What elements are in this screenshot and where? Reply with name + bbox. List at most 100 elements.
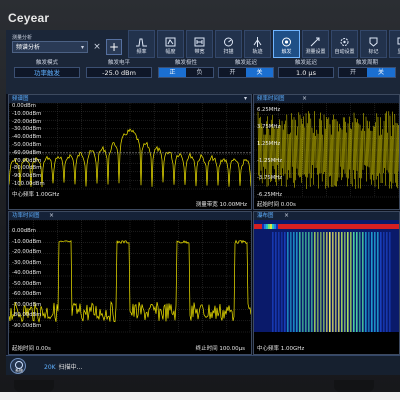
tb-amplitude-button[interactable]: 幅度 (157, 30, 184, 58)
waterfall-stripe (365, 232, 367, 332)
trigger-mode-select[interactable]: 功率触发 (14, 67, 80, 78)
trigger-holdoff-input[interactable]: 1.0 μs (278, 67, 334, 78)
waterfall-stripe (320, 232, 322, 332)
tb-trigger-button[interactable]: 触发 (273, 30, 300, 58)
stand-right (334, 380, 374, 392)
field-label: 触发电平 (107, 60, 130, 66)
screen: 测量分析 频谱分析 ▾ × + 频率 幅度 带宽 扫描 轨迹 触发 测量设置 自… (6, 30, 400, 375)
colorbar-segment (274, 224, 276, 229)
waterfall-stripe (347, 232, 349, 332)
field-label: 触发模式 (35, 60, 58, 66)
waterfall-stripe (314, 232, 316, 332)
status-message: 扫描中... (58, 364, 83, 371)
power-time-panel[interactable]: 功率时间图 × 0.00dBm -10.00dBm -20.00dBm -30.00d… (8, 211, 252, 355)
waterfall-stripe (371, 232, 373, 332)
colorbar-segment (270, 224, 272, 229)
trigger-level-input[interactable]: -25.0 dBm (86, 67, 152, 78)
waterfall-stripe (299, 232, 301, 332)
toolbar: 频率 幅度 带宽 扫描 轨迹 触发 测量设置 自动设置 标记 显 (128, 30, 400, 60)
tb-label: 频率 (136, 49, 147, 55)
waterfall-stripe (293, 232, 295, 332)
trigger-cycle-field: 触发周期 开 关 (338, 60, 396, 78)
cycle-off-option[interactable]: 关 (367, 68, 395, 77)
tb-label: 幅度 (165, 49, 176, 55)
sweep-icon (224, 37, 233, 47)
waterfall-stripe (281, 232, 283, 332)
add-analysis-button[interactable]: + (106, 39, 122, 55)
ref-level-label: 0.00dBm (12, 103, 36, 109)
control-area: 测量分析 频谱分析 ▾ × + 频率 幅度 带宽 扫描 轨迹 触发 测量设置 自… (6, 30, 400, 94)
freq-time-panel[interactable]: 频率时间图 × 6.25MHz 3.75MHz 1.25MHz -1.25MHz -3.… (253, 94, 400, 210)
waterfall-stripe (380, 232, 382, 332)
spectrum-center-freq: 中心频率 1.00GHz (12, 192, 60, 198)
spectrum-panel[interactable]: 频谱图 ▾ 0.00dBm -10.00dBm -20.00dBm -30.00dBm… (8, 94, 252, 210)
tb-auto-setup-button[interactable]: 自动设置 (331, 30, 358, 58)
close-icon[interactable]: × (302, 95, 307, 103)
waterfall-stripe (317, 232, 319, 332)
close-icon[interactable]: × (49, 212, 54, 220)
trigger-mode-field: 触发模式 功率触发 (14, 60, 80, 78)
measure-setup-icon (310, 37, 320, 47)
ref-level-label: -70.00dBm (12, 301, 42, 308)
waterfall-stripe (356, 232, 358, 332)
tb-sweep-button[interactable]: 扫描 (215, 30, 242, 58)
waterfall-stripe (362, 232, 364, 332)
ref-level-label: -1.25MHz (257, 158, 283, 164)
trigger-icon (282, 37, 291, 47)
analyzer-device: Ceyear 测量分析 频谱分析 ▾ × + 频率 幅度 带宽 扫描 轨迹 触发… (0, 0, 400, 392)
waterfall-stripe (353, 232, 355, 332)
field-label: 触发极性 (174, 60, 197, 66)
trigger-fields: 触发模式 功率触发 触发电平 -25.0 dBm 触发极性 正 负 触发延迟 开… (6, 60, 400, 94)
waterfall-stripe (326, 232, 328, 332)
waterfall-stripe (350, 232, 352, 332)
analysis-header: 测量分析 (12, 35, 33, 41)
polarity-positive-option[interactable]: 正 (159, 68, 186, 77)
trigger-polarity-toggle: 正 负 (158, 67, 214, 78)
waterfall-plot (254, 220, 399, 332)
panel-title: 频谱图 (12, 96, 29, 102)
tb-marker-button[interactable]: 标记 (360, 30, 387, 58)
trace-icon (253, 37, 262, 47)
waterfall-stripe (344, 232, 346, 332)
ref-level-label: 6.25MHz (257, 107, 281, 113)
ref-level-label: 0.00dBm (12, 228, 36, 234)
ref-level-label: -40.00dBm (12, 134, 42, 141)
tb-label: 触发 (281, 49, 292, 55)
delay-off-option[interactable]: 关 (246, 68, 273, 77)
ref-level-label: -80.00dBm (12, 165, 42, 172)
chevron-down-icon[interactable]: ▾ (244, 95, 247, 103)
tb-measure-setup-button[interactable]: 测量设置 (302, 30, 329, 58)
tb-frequency-button[interactable]: 频率 (128, 30, 155, 58)
trigger-polarity-field: 触发极性 正 负 (158, 60, 214, 78)
spectrum-rbw: 测量带宽 10.00MHz (195, 202, 247, 208)
spectrum-title-bar: 频谱图 ▾ (9, 95, 251, 103)
polarity-negative-option[interactable]: 负 (186, 68, 213, 77)
waterfall-stripe (341, 232, 343, 332)
waterfall-stripe (386, 232, 388, 332)
waterfall-stripe (278, 232, 280, 332)
tb-label: 带宽 (194, 49, 205, 55)
delay-on-option[interactable]: 开 (219, 68, 246, 77)
tb-label: 扫描 (223, 49, 234, 55)
tb-display-button[interactable]: 显示 (389, 30, 400, 58)
marker-icon (369, 37, 378, 47)
waterfall-stripe (272, 232, 274, 332)
ref-level-label: -90.00dBm (12, 322, 42, 329)
status-text: 20K 扫描中... (44, 362, 82, 371)
system-button[interactable]: 系统 (10, 358, 26, 374)
analysis-select[interactable]: 频谱分析 ▾ (12, 41, 88, 53)
power-time-title-bar: 功率时间图 × (9, 212, 251, 220)
field-label: 触发延迟 (234, 60, 257, 66)
field-label: 触发延迟 (294, 60, 317, 66)
waterfall-panel[interactable]: 瀑布图 × 中心频率 1.00GHz (253, 211, 400, 355)
colorbar-segment (272, 224, 274, 229)
close-analysis-button[interactable]: × (92, 41, 102, 53)
tb-trace-button[interactable]: 轨迹 (244, 30, 271, 58)
close-icon[interactable]: × (284, 212, 289, 220)
waterfall-stripe (359, 232, 361, 332)
waterfall-stripe (296, 232, 298, 332)
waterfall-stripe (302, 232, 304, 332)
cycle-on-option[interactable]: 开 (339, 68, 367, 77)
panel-title: 频率时间图 (257, 96, 285, 102)
tb-bandwidth-button[interactable]: 带宽 (186, 30, 213, 58)
